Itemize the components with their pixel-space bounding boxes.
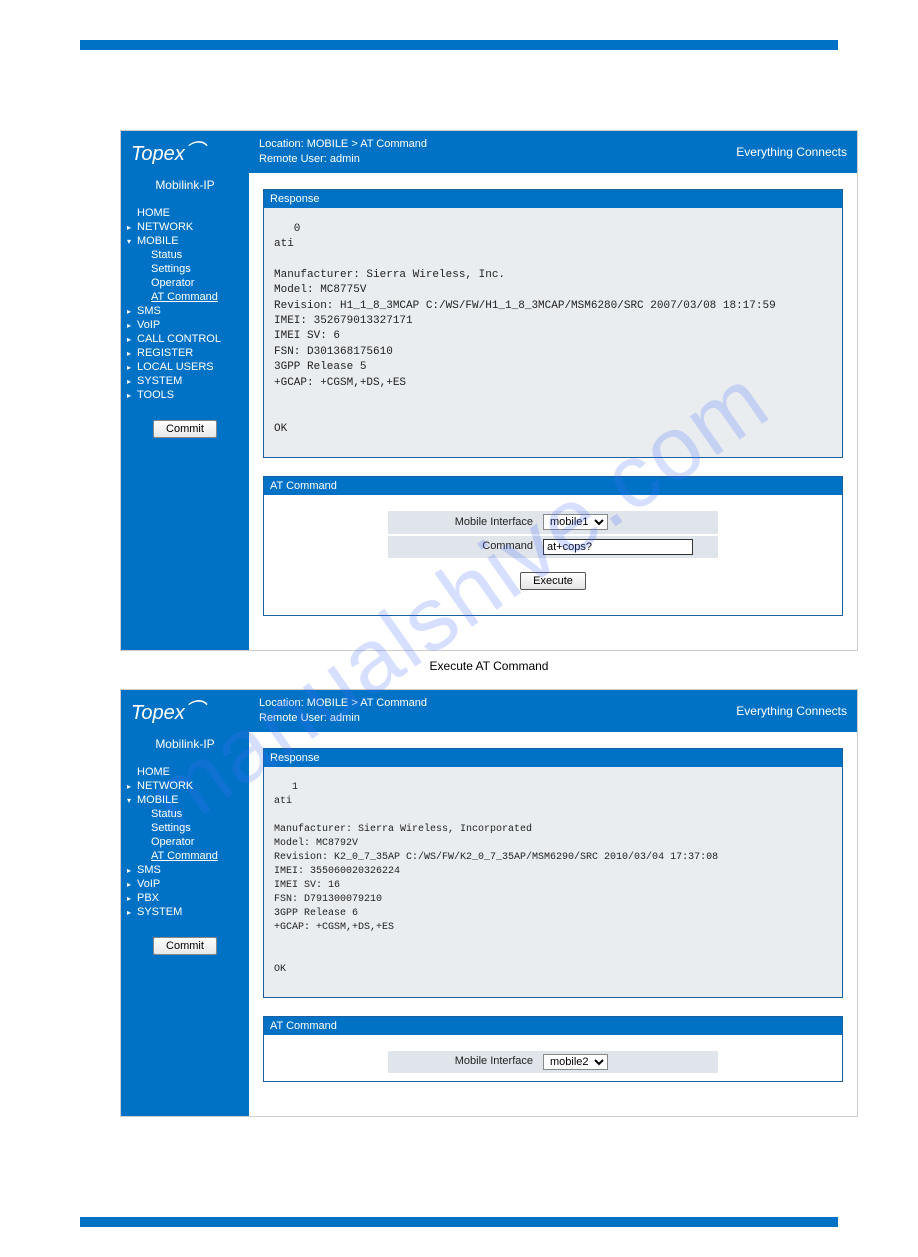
breadcrumb: Location: MOBILE > AT Command: [259, 137, 427, 152]
nav-mobile-settings[interactable]: Settings: [151, 263, 191, 275]
at-command-title: AT Command: [264, 1017, 842, 1035]
nav-register[interactable]: REGISTER: [137, 347, 193, 359]
at-command-panel: AT Command Mobile Interface mobile1 Comm…: [263, 476, 843, 616]
page-top-bar: [80, 40, 838, 50]
nav-home[interactable]: HOME: [137, 766, 170, 778]
nav-system[interactable]: SYSTEM: [137, 906, 182, 918]
nav-voip[interactable]: VoIP: [137, 319, 160, 331]
nav-mobile[interactable]: MOBILE: [137, 794, 179, 806]
nav-mobile-status[interactable]: Status: [151, 249, 182, 261]
product-name: Mobilink-IP: [121, 168, 249, 206]
nav-mobile-atcommand[interactable]: AT Command: [151, 850, 218, 862]
nav-network[interactable]: NETWORK: [137, 780, 193, 792]
mobile-interface-label: Mobile Interface: [393, 515, 543, 530]
nav-mobile[interactable]: MOBILE: [137, 235, 179, 247]
mobile-interface-label: Mobile Interface: [393, 1054, 543, 1069]
nav-pbx[interactable]: PBX: [137, 892, 159, 904]
nav-tools[interactable]: TOOLS: [137, 389, 174, 401]
nav-home[interactable]: HOME: [137, 207, 170, 219]
brand-logo: Topex⌒: [121, 131, 249, 168]
at-command-panel: AT Command Mobile Interface mobile2: [263, 1016, 843, 1082]
breadcrumb: Location: MOBILE > AT Command: [259, 696, 427, 711]
response-body: 0 ati Manufacturer: Sierra Wireless, Inc…: [264, 208, 842, 457]
response-panel: Response 1 ati Manufacturer: Sierra Wire…: [263, 748, 843, 998]
nav-system[interactable]: SYSTEM: [137, 375, 182, 387]
nav-network[interactable]: NETWORK: [137, 221, 193, 233]
nav-localusers[interactable]: LOCAL USERS: [137, 361, 214, 373]
tagline: Everything Connects: [736, 704, 847, 718]
nav-mobile-operator[interactable]: Operator: [151, 836, 194, 848]
nav-mobile-status[interactable]: Status: [151, 808, 182, 820]
page-bottom-bar: [80, 1217, 838, 1227]
nav-sms[interactable]: SMS: [137, 305, 161, 317]
nav-mobile-atcommand[interactable]: AT Command: [151, 291, 218, 303]
caption: Execute AT Command: [120, 659, 858, 673]
response-body: 1 ati Manufacturer: Sierra Wireless, Inc…: [264, 767, 842, 997]
command-label: Command: [393, 539, 543, 554]
commit-button[interactable]: Commit: [153, 937, 217, 955]
commit-button[interactable]: Commit: [153, 420, 217, 438]
tagline: Everything Connects: [736, 145, 847, 159]
remote-user: Remote User: admin: [259, 152, 427, 167]
sidebar: Topex⌒ Mobilink-IP HOME ▸NETWORK ▾MOBILE…: [121, 690, 249, 1116]
sidebar: Topex⌒ Mobilink-IP HOME ▸NETWORK ▾MOBILE…: [121, 131, 249, 650]
brand-logo: Topex⌒: [121, 690, 249, 727]
nav-voip[interactable]: VoIP: [137, 878, 160, 890]
nav-callcontrol[interactable]: CALL CONTROL: [137, 333, 221, 345]
response-title: Response: [264, 749, 842, 767]
response-title: Response: [264, 190, 842, 208]
remote-user: Remote User: admin: [259, 711, 427, 726]
product-name: Mobilink-IP: [121, 727, 249, 765]
execute-button[interactable]: Execute: [520, 572, 586, 590]
mobile-interface-select[interactable]: mobile2: [543, 1054, 608, 1070]
nav-sms[interactable]: SMS: [137, 864, 161, 876]
command-input[interactable]: [543, 539, 693, 555]
at-command-title: AT Command: [264, 477, 842, 495]
nav-mobile-operator[interactable]: Operator: [151, 277, 194, 289]
nav-mobile-settings[interactable]: Settings: [151, 822, 191, 834]
mobile-interface-select[interactable]: mobile1: [543, 514, 608, 530]
page-header: Location: MOBILE > AT Command Remote Use…: [249, 690, 857, 732]
response-panel: Response 0 ati Manufacturer: Sierra Wire…: [263, 189, 843, 458]
page-header: Location: MOBILE > AT Command Remote Use…: [249, 131, 857, 173]
